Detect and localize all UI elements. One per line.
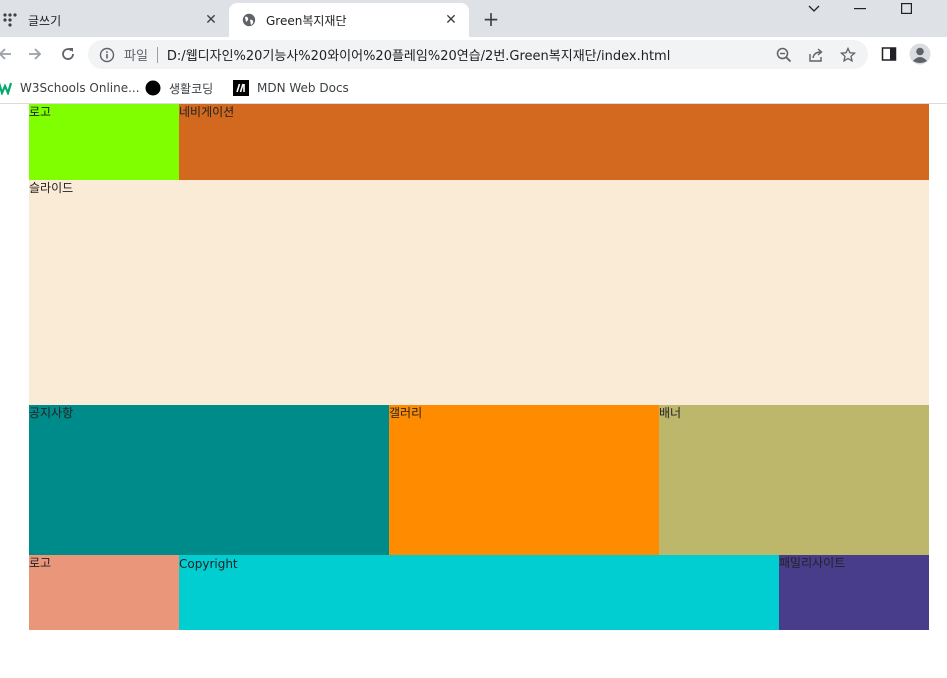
- close-tab-icon[interactable]: ✕: [443, 12, 459, 28]
- gallery-section: 갤러리: [389, 405, 659, 555]
- tab-green-foundation[interactable]: Green복지재단 ✕: [229, 3, 469, 37]
- w3schools-icon: [0, 80, 14, 96]
- forward-arrow-icon[interactable]: [22, 41, 48, 67]
- footer-copyright: Copyright: [179, 555, 779, 630]
- browser-toolbar: 파일 D:/웹디자인%20기능사%20와이어%20플레임%20연습/2번.Gre…: [0, 37, 947, 72]
- header-logo: 로고: [29, 104, 179, 180]
- bookmark-label: MDN Web Docs: [257, 81, 349, 95]
- address-divider: [156, 46, 158, 63]
- bookmarks-bar: W3Schools Online... 생활코딩 MDN Web Docs: [0, 72, 947, 104]
- slide-section: 슬라이드: [29, 180, 929, 405]
- page-viewport: 로고 네비게이션 슬라이드 공지사항 갤러리 배너 로고 Copyright 패…: [0, 104, 947, 678]
- mdn-icon: [233, 80, 249, 96]
- tab-search-chevron-icon[interactable]: [791, 0, 837, 17]
- info-icon[interactable]: [98, 46, 116, 64]
- zoom-out-icon[interactable]: [772, 43, 796, 67]
- new-tab-button[interactable]: +: [480, 7, 502, 31]
- close-tab-icon[interactable]: ✕: [203, 12, 219, 28]
- minimize-icon[interactable]: [837, 0, 883, 17]
- bookmark-label: 생활코딩: [169, 81, 214, 96]
- banner-section: 배너: [659, 405, 929, 555]
- footer-logo: 로고: [29, 555, 179, 630]
- tab-title: 글쓰기: [28, 13, 62, 28]
- profile-avatar-icon[interactable]: [907, 41, 933, 67]
- address-bar[interactable]: 파일 D:/웹디자인%20기능사%20와이어%20플레임%20연습/2번.Gre…: [88, 40, 868, 69]
- back-arrow-icon[interactable]: [0, 41, 18, 67]
- side-panel-icon[interactable]: [876, 41, 902, 67]
- maximize-icon[interactable]: [883, 0, 929, 17]
- footer-family-site: 패밀리사이트: [779, 555, 929, 630]
- black-circle-icon: [145, 80, 161, 96]
- bookmark-w3schools[interactable]: W3Schools Online...: [0, 78, 140, 98]
- bookmark-star-icon[interactable]: [836, 43, 860, 67]
- scheme-label: 파일: [124, 49, 148, 64]
- tab-strip: 글쓰기 ✕ Green복지재단 ✕ +: [0, 0, 947, 37]
- notice-section: 공지사항: [29, 405, 389, 555]
- bookmark-mdn[interactable]: MDN Web Docs: [233, 78, 349, 98]
- url-text[interactable]: D:/웹디자인%20기능사%20와이어%20플레임%20연습/2번.Green복…: [167, 45, 772, 64]
- tab-write[interactable]: 글쓰기 ✕: [0, 3, 229, 37]
- header-navigation: 네비게이션: [179, 104, 929, 180]
- globe-icon: [241, 12, 257, 28]
- share-icon[interactable]: [804, 43, 828, 67]
- tab-title: Green복지재단: [266, 13, 347, 28]
- dots-app-icon: [2, 12, 18, 28]
- bookmark-saenghwal-coding[interactable]: 생활코딩: [145, 78, 213, 98]
- reload-icon[interactable]: [55, 41, 81, 67]
- bookmark-label: W3Schools Online...: [20, 81, 140, 95]
